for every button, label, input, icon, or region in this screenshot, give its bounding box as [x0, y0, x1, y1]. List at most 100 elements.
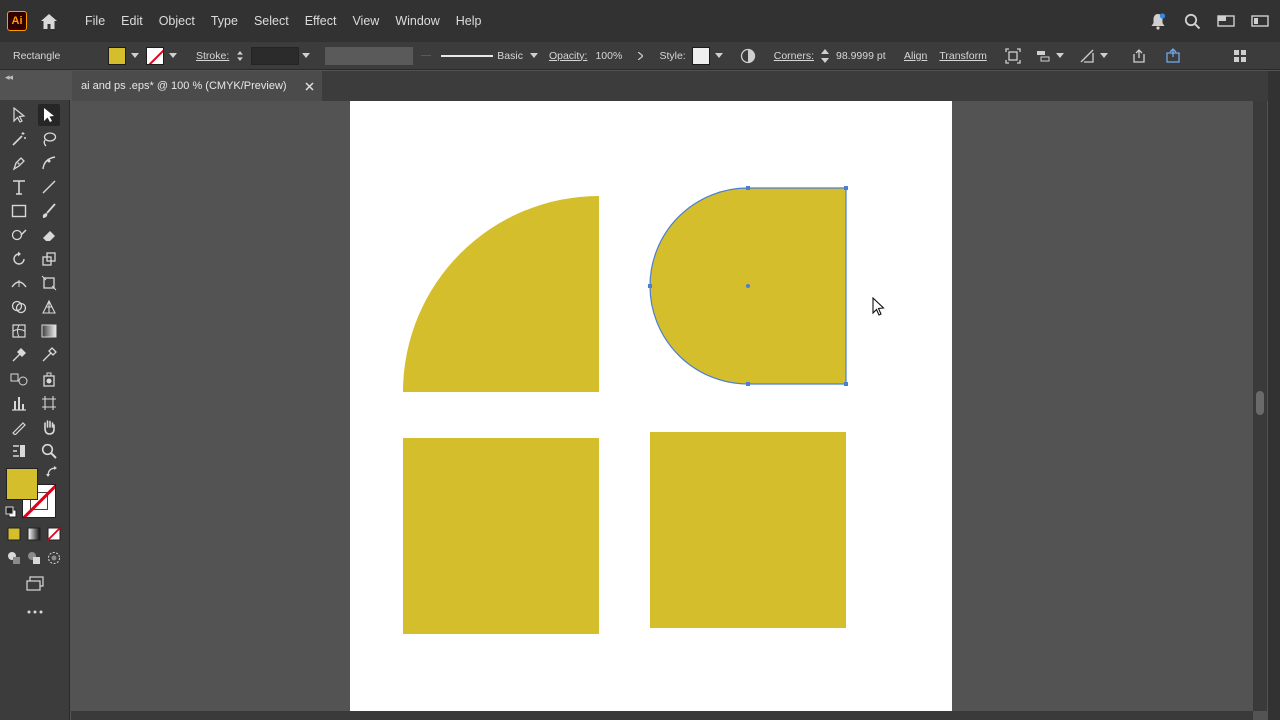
arrange-icon[interactable]	[1035, 48, 1051, 64]
corners-value[interactable]: 98.9999 pt	[836, 50, 894, 62]
square-shape-bottom-right[interactable]	[650, 432, 846, 628]
blend-tool-icon[interactable]	[8, 368, 30, 390]
chevron-down-icon[interactable]	[1099, 51, 1109, 61]
chevron-down-icon[interactable]	[168, 51, 178, 61]
control-bar: Rectangle Stroke: Basic Opacity: 100% St…	[0, 42, 1280, 70]
chevron-right-icon[interactable]	[635, 51, 645, 61]
stroke-weight-input[interactable]	[251, 46, 300, 65]
none-mode-icon[interactable]	[44, 524, 64, 544]
status-bar	[71, 711, 1253, 720]
selection-tool-icon[interactable]	[8, 104, 30, 126]
align-link[interactable]: Align	[904, 50, 927, 62]
lasso-tool-icon[interactable]	[38, 128, 60, 150]
edit-toolbar-icon[interactable]	[8, 440, 30, 462]
opacity-label[interactable]: Opacity:	[549, 50, 588, 62]
stroke-stepper-icon[interactable]	[235, 50, 245, 61]
menu-object[interactable]: Object	[151, 0, 203, 42]
chevron-down-icon[interactable]	[714, 51, 724, 61]
square-shape-bottom-left[interactable]	[403, 438, 599, 634]
home-icon[interactable]	[39, 11, 59, 31]
draw-inside-icon[interactable]	[44, 548, 64, 568]
chevron-down-icon[interactable]	[130, 51, 140, 61]
direct-selection-tool-icon[interactable]	[38, 104, 60, 126]
line-segment-tool-icon[interactable]	[38, 176, 60, 198]
chevron-down-icon[interactable]	[1055, 51, 1065, 61]
menu-effect[interactable]: Effect	[297, 0, 345, 42]
scale-tool-icon[interactable]	[38, 248, 60, 270]
export-icon[interactable]	[1131, 48, 1147, 64]
scrollbar-thumb[interactable]	[1256, 391, 1264, 415]
right-panel-dock	[1268, 71, 1280, 720]
artboard-tool-icon[interactable]	[38, 392, 60, 414]
document-tab-title: ai and ps .eps* @ 100 % (CMYK/Preview)	[81, 80, 287, 92]
eyedropper-tool-icon[interactable]	[8, 344, 30, 366]
panel-menu-icon[interactable]	[1233, 49, 1247, 63]
paintbrush-tool-icon[interactable]	[38, 200, 60, 222]
measure-tool-icon[interactable]	[38, 344, 60, 366]
free-transform-tool-icon[interactable]	[38, 272, 60, 294]
swap-fill-stroke-icon[interactable]	[44, 464, 60, 480]
opacity-value[interactable]: 100%	[595, 50, 631, 62]
column-graph-tool-icon[interactable]	[8, 392, 30, 414]
brush-stroke-preview[interactable]	[441, 54, 494, 57]
chevron-down-icon[interactable]	[529, 51, 539, 61]
fill-color-indicator[interactable]	[6, 468, 38, 500]
rotate-tool-icon[interactable]	[8, 248, 30, 270]
stroke-label[interactable]: Stroke:	[196, 50, 229, 62]
corners-stepper-icon[interactable]	[820, 48, 830, 63]
transform-link[interactable]: Transform	[939, 50, 986, 62]
isolate-object-icon[interactable]	[1005, 47, 1021, 64]
quarter-circle-shape[interactable]	[403, 196, 599, 392]
fill-color-swatch[interactable]	[108, 46, 126, 65]
symbol-sprayer-tool-icon[interactable]	[38, 368, 60, 390]
curvature-tool-icon[interactable]	[38, 152, 60, 174]
direct-selection-cursor-icon	[872, 297, 885, 316]
perspective-grid-tool-icon[interactable]	[38, 296, 60, 318]
variable-width-profile	[325, 46, 414, 65]
type-tool-icon[interactable]	[8, 176, 30, 198]
menubar-right	[1148, 0, 1270, 42]
brush-definition-label[interactable]: Basic	[497, 50, 523, 62]
arrange-documents-icon[interactable]	[1216, 11, 1236, 31]
menu-help[interactable]: Help	[448, 0, 490, 42]
rectangle-tool-icon[interactable]	[8, 200, 30, 222]
gradient-mode-icon[interactable]	[24, 524, 44, 544]
hand-tool-icon[interactable]	[38, 416, 60, 438]
shaper-tool-icon[interactable]	[8, 224, 30, 246]
graphic-style-swatch[interactable]	[691, 46, 710, 65]
collapse-panel-arrows[interactable]: ◂◂	[5, 72, 13, 83]
draw-behind-icon[interactable]	[24, 548, 44, 568]
menu-type[interactable]: Type	[203, 0, 246, 42]
shape-builder-tool-icon[interactable]	[8, 296, 30, 318]
menu-edit[interactable]: Edit	[113, 0, 151, 42]
vertical-scrollbar[interactable]	[1253, 101, 1267, 711]
stroke-color-swatch[interactable]	[146, 46, 164, 65]
pen-tool-icon[interactable]	[8, 152, 30, 174]
close-icon[interactable]	[302, 79, 316, 93]
gradient-tool-icon[interactable]	[38, 320, 60, 342]
more-tools-icon[interactable]	[23, 604, 47, 620]
share-icon[interactable]	[1165, 47, 1181, 64]
recolor-artwork-icon[interactable]	[740, 48, 756, 64]
menu-window[interactable]: Window	[387, 0, 447, 42]
menu-view[interactable]: View	[344, 0, 387, 42]
draw-normal-icon[interactable]	[4, 548, 24, 568]
menu-file[interactable]: File	[77, 0, 113, 42]
screen-mode-icon[interactable]	[23, 574, 47, 594]
chevron-down-icon[interactable]	[301, 51, 311, 61]
shape-options-icon[interactable]	[1079, 48, 1095, 64]
document-tab[interactable]: ai and ps .eps* @ 100 % (CMYK/Preview)	[72, 71, 322, 101]
restore-window-icon[interactable]	[1250, 11, 1270, 31]
search-icon[interactable]	[1182, 11, 1202, 31]
color-mode-icon[interactable]	[4, 524, 24, 544]
corners-label[interactable]: Corners:	[774, 50, 814, 62]
width-tool-icon[interactable]	[8, 272, 30, 294]
mesh-tool-icon[interactable]	[8, 320, 30, 342]
slice-tool-icon[interactable]	[8, 416, 30, 438]
eraser-tool-icon[interactable]	[38, 224, 60, 246]
magic-wand-tool-icon[interactable]	[8, 128, 30, 150]
default-fill-stroke-icon[interactable]	[3, 504, 19, 520]
bell-icon[interactable]	[1148, 11, 1168, 31]
menu-select[interactable]: Select	[246, 0, 297, 42]
zoom-tool-icon[interactable]	[38, 440, 60, 462]
